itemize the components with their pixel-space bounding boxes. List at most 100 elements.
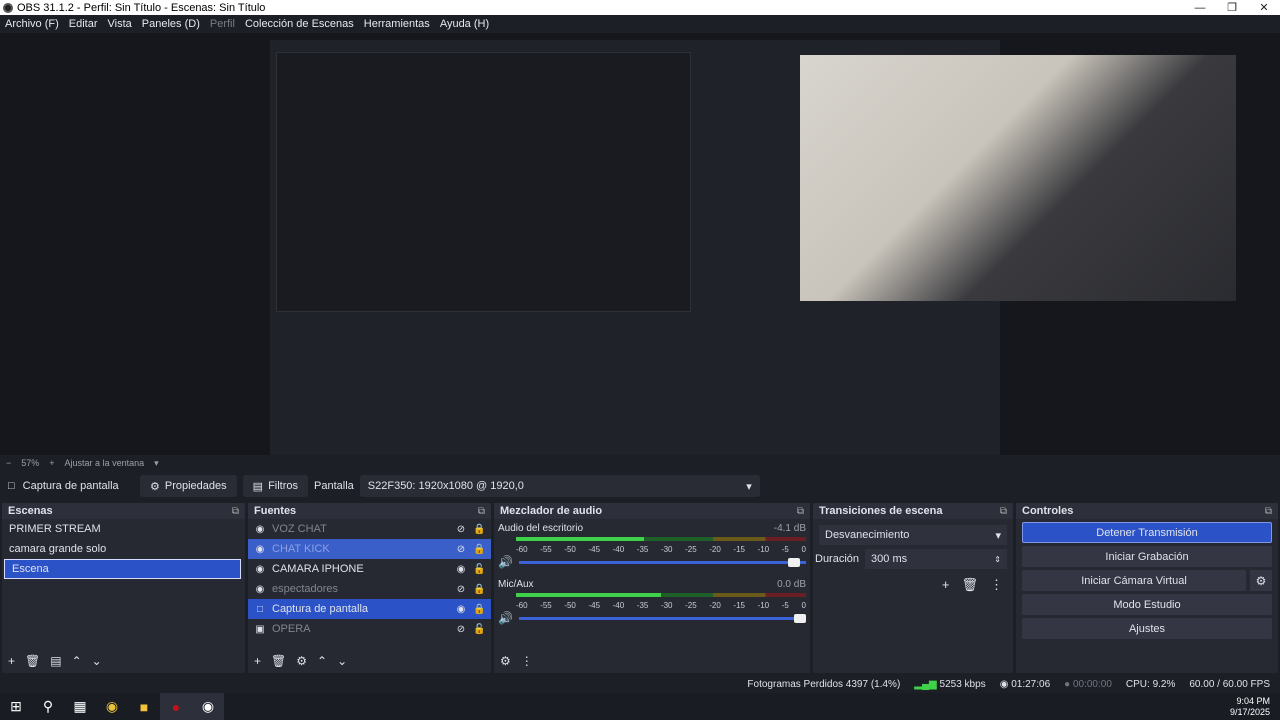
speaker-icon[interactable]: 🔊 (498, 555, 513, 569)
undock-icon[interactable]: ⧉ (1000, 506, 1007, 517)
search-icon[interactable]: ⚲ (32, 693, 64, 720)
trash-icon[interactable]: 🗑 (25, 654, 40, 668)
lock-icon[interactable]: 🔒 (473, 584, 485, 595)
lock-icon[interactable]: 🔓 (473, 624, 485, 635)
transition-tools: + 🗑 ⋮ (813, 569, 1013, 593)
restore-icon[interactable]: ❐ (1216, 1, 1248, 14)
volume-knob[interactable] (794, 613, 806, 623)
zoom-dropdown-icon[interactable]: ▾ (154, 458, 159, 469)
menu-archivo[interactable]: Archivo (F) (0, 18, 64, 30)
dropped-frames: Fotogramas Perdidos 4397 (1.4%) (747, 678, 901, 690)
duration-input[interactable]: 300 ms ⇕ (865, 549, 1007, 569)
undock-icon[interactable]: ⧉ (1265, 506, 1272, 517)
chevron-up-icon[interactable]: ⌃ (317, 654, 327, 668)
window-title: OBS 31.1.2 - Perfil: Sin Título - Escena… (17, 1, 266, 14)
chevron-down-icon[interactable]: ⌄ (337, 654, 347, 668)
advanced-audio-icon[interactable]: ⚙ (500, 654, 511, 668)
add-icon[interactable]: + (254, 654, 261, 668)
filters-button[interactable]: ▤ Filtros (242, 475, 309, 497)
zoom-in-icon[interactable]: + (49, 458, 54, 468)
lock-icon[interactable]: 🔒 (473, 544, 485, 555)
monitor-icon: □ (256, 603, 264, 615)
lock-icon[interactable]: 🔒 (473, 604, 485, 615)
volume-slider[interactable] (518, 557, 806, 567)
scenes-dock: Escenas ⧉ PRIMER STREAM camara grande so… (2, 503, 245, 673)
scene-item[interactable]: camara grande solo (2, 539, 245, 559)
undock-icon[interactable]: ⧉ (478, 506, 485, 517)
obs-taskbar-icon[interactable]: ◉ (192, 693, 224, 720)
volume-row: 🔊 (498, 555, 806, 569)
system-clock[interactable]: 9:04 PM 9/17/2025 (1230, 696, 1280, 718)
scenes-footer: + 🗑 ▤ ⌃ ⌄ (2, 649, 245, 673)
tick-label: 0 (801, 601, 806, 610)
start-recording-button[interactable]: Iniciar Grabación (1022, 546, 1272, 567)
menu-herramientas[interactable]: Herramientas (359, 18, 435, 30)
scene-item-selected[interactable]: Escena (4, 559, 241, 579)
zoom-fit-label[interactable]: Ajustar a la ventana (65, 458, 145, 468)
eye-hidden-icon[interactable]: ⊘ (455, 584, 467, 595)
eye-icon[interactable]: ◉ (455, 604, 467, 615)
add-icon[interactable]: + (8, 654, 15, 668)
more-options-icon[interactable]: ⋮ (521, 654, 533, 668)
scene-item[interactable]: PRIMER STREAM (2, 519, 245, 539)
lock-icon[interactable]: 🔓 (473, 564, 485, 575)
trash-icon[interactable]: 🗑 (271, 654, 286, 668)
menu-editar[interactable]: Editar (64, 18, 103, 30)
close-icon[interactable]: ✕ (1248, 1, 1280, 14)
speaker-icon[interactable]: 🔊 (498, 611, 513, 625)
tick-label: -60 (516, 601, 528, 610)
task-view-icon[interactable]: ▦ (64, 693, 96, 720)
source-item[interactable]: ◉ CHAT KICK ⊘ 🔒 (248, 539, 491, 559)
source-item[interactable]: ◉ VOZ CHAT ⊘ 🔒 (248, 519, 491, 539)
chevron-up-icon[interactable]: ⌃ (72, 654, 82, 668)
gear-icon[interactable]: ⚙ (296, 654, 307, 668)
meter-level (516, 593, 661, 597)
menu-perfil[interactable]: Perfil (205, 18, 240, 30)
source-item[interactable]: ▣ OPERA ⊘ 🔓 (248, 619, 491, 639)
camera-feed-image[interactable] (800, 55, 1236, 301)
source-name: CAMARA IPHONE (272, 563, 364, 575)
selected-source: □ Captura de pantalla (0, 480, 140, 492)
preview-area[interactable] (0, 33, 1280, 455)
display-select[interactable]: S22F350: 1920x1080 @ 1920,0 ▾ (359, 475, 760, 497)
tick-label: 0 (801, 545, 806, 554)
stop-stream-button[interactable]: Detener Transmisión (1022, 522, 1272, 543)
volume-slider[interactable] (518, 613, 806, 623)
menu-ayuda[interactable]: Ayuda (H) (435, 18, 494, 30)
eye-hidden-icon[interactable]: ⊘ (455, 524, 467, 535)
undock-icon[interactable]: ⧉ (232, 506, 239, 517)
windows-start-icon[interactable]: ⊞ (0, 693, 32, 720)
menu-coleccion-escenas[interactable]: Colección de Escenas (240, 18, 359, 30)
menu-vista[interactable]: Vista (103, 18, 137, 30)
filter-icon[interactable]: ▤ (50, 654, 61, 668)
minimize-icon[interactable]: — (1184, 2, 1216, 14)
opera-icon[interactable]: ● (160, 693, 192, 720)
chevron-down-icon[interactable]: ⌄ (92, 654, 102, 668)
source-item-selected[interactable]: □ Captura de pantalla ◉ 🔒 (248, 599, 491, 619)
settings-button[interactable]: Ajustes (1022, 618, 1272, 639)
add-icon[interactable]: + (942, 577, 950, 593)
eye-hidden-icon[interactable]: ⊘ (455, 624, 467, 635)
source-item[interactable]: ◉ CAMARA IPHONE ◉ 🔓 (248, 559, 491, 579)
eye-icon[interactable]: ◉ (455, 564, 467, 575)
more-options-icon[interactable]: ⋮ (990, 577, 1003, 593)
zoom-out-icon[interactable]: − (6, 458, 11, 468)
channel-db: 0.0 dB (777, 579, 806, 590)
trash-icon[interactable]: 🗑 (961, 577, 978, 593)
studio-mode-button[interactable]: Modo Estudio (1022, 594, 1272, 615)
undock-icon[interactable]: ⧉ (797, 506, 804, 517)
display-label: Pantalla (314, 480, 354, 492)
chrome-icon[interactable]: ◉ (96, 693, 128, 720)
menu-paneles[interactable]: Paneles (D) (137, 18, 205, 30)
properties-button[interactable]: ⚙ Propiedades (140, 475, 237, 497)
virtual-camera-button[interactable]: Iniciar Cámara Virtual (1022, 570, 1246, 591)
transition-select[interactable]: Desvanecimiento ▾ (819, 525, 1007, 545)
spinner-icon[interactable]: ⇕ (994, 555, 1001, 564)
scenes-title: Escenas (8, 505, 53, 517)
source-item[interactable]: ◉ espectadores ⊘ 🔒 (248, 579, 491, 599)
volume-knob[interactable] (788, 557, 801, 567)
gear-icon[interactable]: ⚙ (1250, 570, 1272, 591)
file-explorer-icon[interactable]: ■ (128, 693, 160, 720)
lock-icon[interactable]: 🔒 (473, 524, 485, 535)
eye-hidden-icon[interactable]: ⊘ (455, 544, 467, 555)
